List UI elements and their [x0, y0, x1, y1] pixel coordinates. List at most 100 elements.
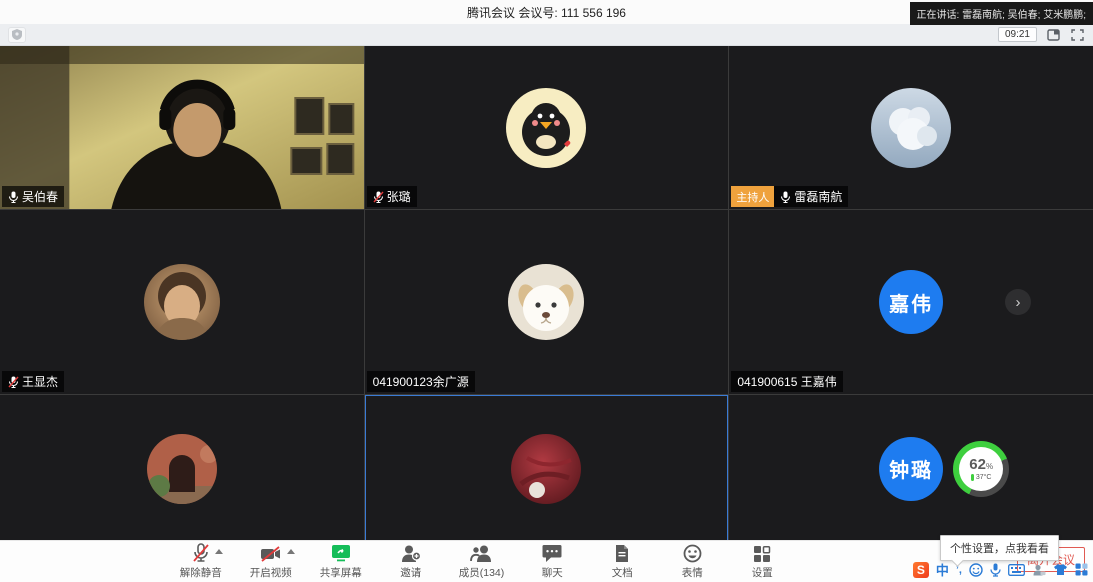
mic-muted-icon	[192, 543, 210, 563]
ime-skin-shirt-icon[interactable]	[1053, 563, 1068, 576]
battery-percent-unit: %	[986, 462, 993, 471]
avatar-wrap: 嘉伟	[729, 210, 1093, 394]
chat-icon	[542, 544, 562, 563]
meeting-timer: 09:21	[998, 27, 1037, 42]
participant-grid: 吴伯春	[0, 46, 1093, 540]
participant-tile[interactable]	[365, 395, 729, 542]
toolbar-items: 解除静音 开启视频	[179, 543, 915, 580]
avatar-wrap	[365, 395, 729, 542]
participant-name-row: 主持人 雷磊南航	[731, 186, 848, 207]
window-titlebar: 腾讯会议 会议号: 111 556 196 正在讲话: 雷磊南航; 吴伯春; 艾…	[0, 0, 1093, 24]
battery-percent-value: 62	[969, 456, 986, 473]
participant-tile[interactable]: 嘉伟 › 041900615 王嘉伟	[729, 210, 1093, 394]
toolbar-label: 共享屏幕	[320, 565, 362, 580]
toolbar-item-members[interactable]: 成员(134)	[459, 543, 505, 580]
participant-name: 041900123余广源	[373, 373, 469, 390]
invite-icon	[401, 544, 421, 563]
participant-name-row: 吴伯春	[2, 186, 64, 207]
participant-name-row: 王显杰	[2, 371, 64, 392]
shield-icon	[12, 29, 22, 40]
tencent-meeting-window: 腾讯会议 会议号: 111 556 196 正在讲话: 雷磊南航; 吴伯春; 艾…	[0, 0, 1093, 582]
toolbar-label: 设置	[752, 565, 773, 580]
avatar	[508, 264, 584, 340]
participant-tile[interactable]	[0, 395, 364, 542]
document-icon	[614, 544, 630, 563]
toolbar-item-emoji[interactable]: 表情	[670, 543, 714, 580]
toolbar-label: 聊天	[542, 565, 563, 580]
settings-grid-icon	[753, 545, 771, 563]
ime-account-icon[interactable]	[1032, 563, 1046, 577]
participant-name: 041900615 王嘉伟	[737, 373, 836, 390]
participant-tile[interactable]: 张璐	[365, 46, 729, 209]
battery-status-inner: 62% 37°C	[959, 447, 1003, 491]
temperature-row: 37°C	[971, 474, 992, 481]
mic-on-icon	[8, 191, 19, 203]
live-video-feed	[0, 46, 364, 209]
ime-toolbox-grid-icon[interactable]	[1075, 563, 1088, 576]
participant-name-row: 041900123余广源	[367, 371, 475, 392]
sogou-logo-icon[interactable]: S	[913, 562, 929, 578]
avatar-wrap	[0, 210, 364, 394]
avatar-wrap	[365, 210, 729, 394]
ime-language-toggle[interactable]: 中	[936, 560, 949, 579]
emoji-icon	[683, 544, 702, 563]
ime-voice-icon[interactable]	[990, 563, 1001, 577]
meeting-info-shield-button[interactable]	[8, 27, 26, 43]
participant-name: 雷磊南航	[794, 188, 842, 205]
participant-name-label: 雷磊南航	[774, 186, 848, 207]
toolbar-item-chat[interactable]: 聊天	[530, 543, 574, 580]
participant-name-label: 张璐	[367, 186, 417, 207]
toolbar-label: 邀请	[400, 565, 421, 580]
participant-name: 王显杰	[22, 373, 58, 390]
camera-off-icon	[260, 545, 282, 563]
avatar-wrap: 钟璐	[729, 395, 1093, 542]
toolbar-item-invite[interactable]: 邀请	[389, 543, 433, 580]
toolbar-label: 解除静音	[180, 565, 222, 580]
toolbar-label: 文档	[612, 565, 633, 580]
avatar	[506, 88, 586, 168]
participant-name-row: 041900615 王嘉伟	[731, 371, 842, 392]
toolbar-item-docs[interactable]: 文档	[600, 543, 644, 580]
participant-name: 张璐	[387, 188, 411, 205]
next-page-button[interactable]: ›	[1005, 289, 1031, 315]
portrait-avatar-image	[144, 264, 220, 340]
participant-name: 吴伯春	[22, 188, 58, 205]
toolbar-item-camera[interactable]: 开启视频	[249, 543, 293, 580]
participant-tile[interactable]: 吴伯春	[0, 46, 364, 209]
avatar-wrap	[0, 395, 364, 542]
initials-avatar: 钟璐	[879, 437, 943, 501]
archway-avatar-image	[147, 434, 217, 504]
speaking-banner: 正在讲话: 雷磊南航; 吴伯春; 艾米鹏鹏;	[910, 2, 1093, 25]
toolbar-item-share-screen[interactable]: 共享屏幕	[319, 543, 363, 580]
participant-tile[interactable]: 王显杰	[0, 210, 364, 394]
participant-tile[interactable]: 钟璐 62% 37°C	[729, 395, 1093, 542]
participant-name-label: 041900123余广源	[367, 371, 475, 392]
participant-name-label: 041900615 王嘉伟	[731, 371, 842, 392]
red-cloth-avatar-image	[511, 434, 581, 504]
bottom-toolbar: 解除静音 开启视频	[0, 540, 1093, 582]
host-badge: 主持人	[731, 186, 774, 207]
participant-name-label: 王显杰	[2, 371, 64, 392]
participant-tile[interactable]: 主持人 雷磊南航	[729, 46, 1093, 209]
toolbar-item-unmute[interactable]: 解除静音	[179, 543, 223, 580]
fullscreen-button[interactable]	[1069, 28, 1085, 42]
participant-name-label: 吴伯春	[2, 186, 64, 207]
avatar	[144, 264, 220, 340]
layout-switch-button[interactable]	[1045, 28, 1061, 42]
ime-keyboard-icon[interactable]	[1008, 564, 1025, 576]
bird-avatar-image	[506, 88, 586, 168]
ime-emoji-icon[interactable]	[969, 563, 983, 577]
layout-icon	[1047, 29, 1060, 41]
camera-options-caret[interactable]	[287, 549, 295, 554]
toolbar-item-settings[interactable]: 设置	[740, 543, 784, 580]
mic-options-caret[interactable]	[215, 549, 223, 554]
fullscreen-icon	[1071, 29, 1084, 41]
initials-avatar: 嘉伟	[879, 270, 943, 334]
avatar-wrap	[365, 46, 729, 209]
toolbar-label: 成员(134)	[459, 565, 505, 580]
meeting-toolbar: 09:21	[0, 24, 1093, 46]
participant-tile[interactable]: 041900123余广源	[365, 210, 729, 394]
speaking-banner-text: 正在讲话: 雷磊南航; 吴伯春; 艾米鹏鹏;	[917, 10, 1086, 21]
toolbar-label: 开启视频	[250, 565, 292, 580]
cloud-avatar-image	[871, 88, 951, 168]
